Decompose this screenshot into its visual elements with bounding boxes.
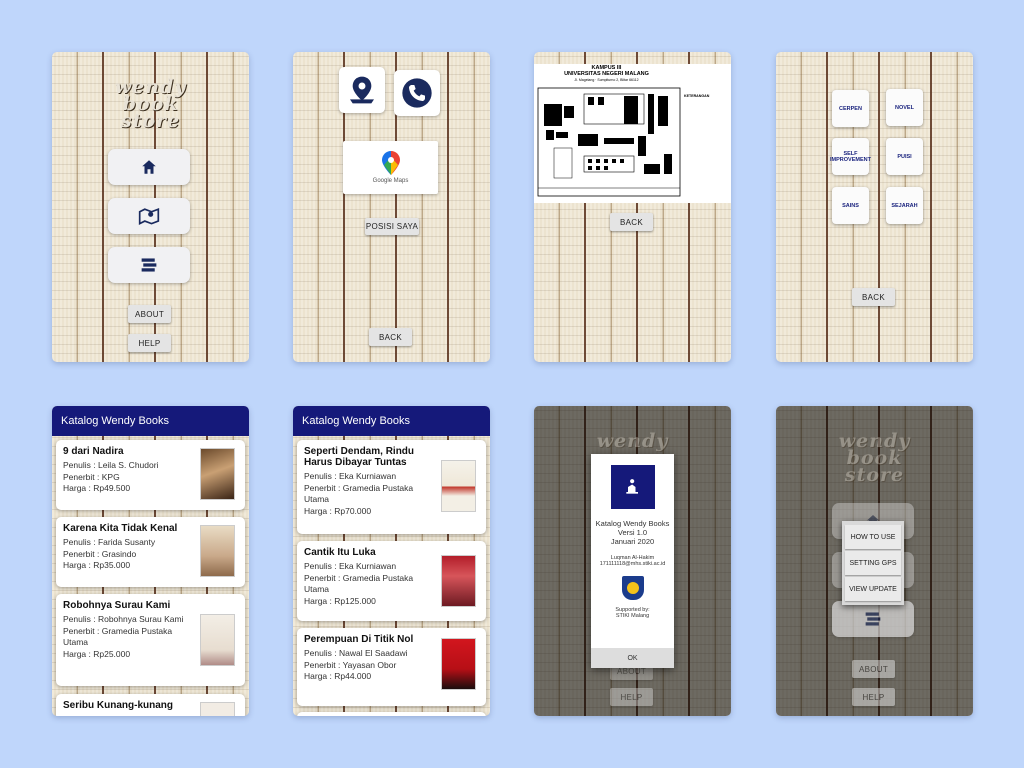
back-button[interactable]: BACK — [852, 288, 895, 306]
google-maps-label: Google Maps — [372, 178, 409, 184]
about-button[interactable]: ABOUT — [852, 660, 895, 678]
map-button[interactable] — [108, 198, 190, 234]
book-card[interactable]: Perempuan Di Titik Nol Penulis : Nawal E… — [297, 628, 486, 706]
book-card[interactable]: Cantik Itu Luka Penulis : Eka Kurniawan … — [297, 541, 486, 621]
app-name: Katalog Wendy Books — [595, 519, 670, 528]
map-icon — [138, 208, 160, 225]
book-cover — [441, 555, 476, 607]
book-stack-icon — [141, 258, 157, 272]
catalog-appbar: Katalog Wendy Books — [293, 406, 490, 436]
map-title-2: UNIVERSITAS NEGERI MALANG — [564, 71, 649, 77]
book-cover — [200, 525, 235, 577]
catalog-screen-1: Katalog Wendy Books 9 dari Nadira Penuli… — [52, 406, 249, 716]
book-cover — [441, 460, 476, 512]
back-button[interactable]: BACK — [610, 213, 653, 231]
help-popup-menu: HOW TO USE SETTING GPS VIEW UPDATE — [842, 521, 904, 605]
category-sejarah[interactable]: SEJARAH — [886, 187, 923, 224]
campus-map-screen: KAMPUS III UNIVERSITAS NEGERI MALANG Jl.… — [534, 52, 731, 362]
book-card[interactable]: Karena Kita Tidak Kenal Penulis : Farida… — [56, 517, 245, 587]
my-position-button[interactable]: POSISI SAYA — [365, 218, 419, 235]
book-card[interactable]: Seperti Dendam, Rindu Harus Dibayar Tunt… — [297, 440, 486, 534]
location-screen: Google Maps POSISI SAYA BACK — [293, 52, 490, 362]
app-logo: wendy — [534, 430, 731, 452]
location-pin-icon — [350, 76, 374, 104]
google-maps-icon — [381, 151, 400, 175]
help-button[interactable]: HELP — [852, 688, 895, 706]
app-date: Januari 2020 — [610, 537, 655, 546]
menu-view-update[interactable]: VIEW UPDATE — [845, 577, 901, 601]
menu-how-to-use[interactable]: HOW TO USE — [845, 525, 901, 549]
category-screen: CERPEN NOVEL SELF IMPROVEMENT PUISI SAIN… — [776, 52, 973, 362]
book-card[interactable] — [297, 712, 486, 716]
catalog-screen-2: Katalog Wendy Books Seperti Dendam, Rind… — [293, 406, 490, 716]
category-novel[interactable]: NOVEL — [886, 89, 923, 126]
campus-map: KAMPUS III UNIVERSITAS NEGERI MALANG Jl.… — [534, 64, 731, 203]
book-card[interactable]: Seribu Kunang-kunang — [56, 694, 245, 716]
campus-floorplan — [537, 87, 681, 197]
legend-title: KETERANGAN — [684, 94, 710, 98]
catalog-button[interactable] — [832, 601, 914, 637]
logo-line-3: store — [844, 464, 905, 486]
book-cover — [200, 614, 235, 666]
ok-button[interactable]: OK — [591, 648, 674, 668]
logo-line-1: wendy — [596, 430, 669, 452]
app-version: Versi 1.0 — [617, 528, 648, 537]
logo-line-3: store — [120, 110, 181, 132]
reader-icon — [625, 479, 638, 494]
about-dialog: Katalog Wendy Books Versi 1.0 Januari 20… — [591, 454, 674, 668]
home-screen: wendy book store ABOUT HELP — [52, 52, 249, 362]
book-card[interactable]: Robohnya Surau Kami Penulis : Robohnya S… — [56, 594, 245, 686]
app-icon — [610, 465, 655, 509]
menu-setting-gps[interactable]: SETTING GPS — [845, 551, 901, 575]
author-email: 171111118@mhs.stiki.ac.id — [599, 561, 666, 567]
help-menu-screen: wendy book store HOW TO USE SETTING GPS … — [776, 406, 973, 716]
google-maps-card[interactable]: Google Maps — [343, 141, 438, 194]
about-screen: wendy ABOUT HELP Katalog Wendy Books Ver… — [534, 406, 731, 716]
stiki-logo-icon — [621, 576, 644, 600]
catalog-appbar: Katalog Wendy Books — [52, 406, 249, 436]
home-button[interactable] — [108, 149, 190, 185]
catalog-button[interactable] — [108, 247, 190, 283]
category-cerpen[interactable]: CERPEN — [832, 90, 869, 127]
map-address: Jl. Magelang · Sumpiturno 2, Blitar 6611… — [574, 78, 639, 82]
back-button[interactable]: BACK — [369, 328, 412, 346]
category-puisi[interactable]: PUISI — [886, 138, 923, 175]
about-button[interactable]: ABOUT — [128, 305, 171, 323]
book-cover — [441, 638, 476, 690]
location-tile[interactable] — [339, 67, 385, 113]
book-cover — [200, 448, 235, 500]
book-stack-icon — [865, 612, 881, 626]
phone-icon — [402, 78, 432, 108]
category-self-improvement[interactable]: SELF IMPROVEMENT — [830, 138, 871, 175]
help-button[interactable]: HELP — [128, 334, 171, 352]
book-cover — [200, 702, 235, 716]
app-logo: wendy book store — [776, 432, 973, 486]
app-logo: wendy book store — [52, 78, 249, 132]
map-legend: KETERANGAN — [684, 94, 731, 98]
help-button[interactable]: HELP — [610, 688, 653, 706]
phone-tile[interactable] — [394, 70, 440, 116]
category-sains[interactable]: SAINS — [832, 187, 869, 224]
book-title: Robohnya Surau Kami — [63, 600, 171, 611]
book-card[interactable]: 9 dari Nadira Penulis : Leila S. Chudori… — [56, 440, 245, 510]
supporter-name: STIKI Malang — [615, 613, 650, 619]
home-icon — [142, 160, 156, 174]
